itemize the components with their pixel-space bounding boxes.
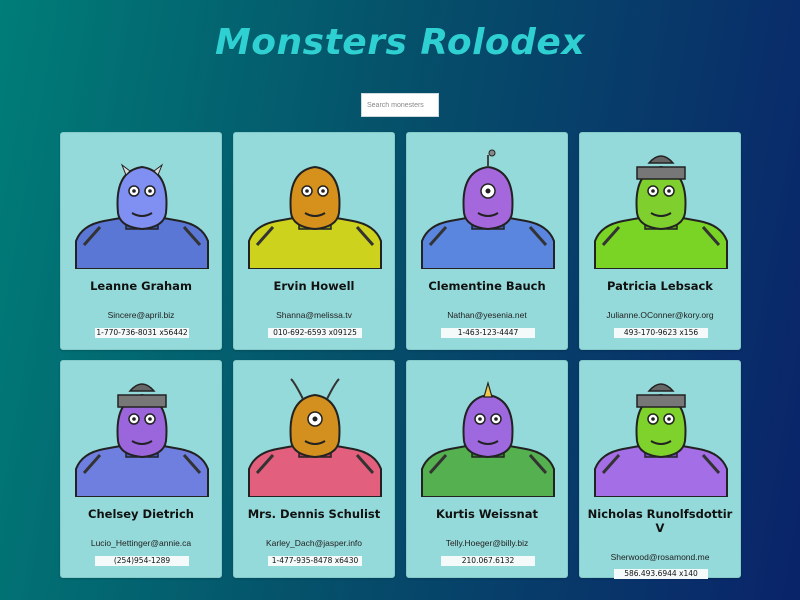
monster-name: Nicholas Runolfsdottir V	[587, 507, 733, 535]
monster-phone: 010-692-6593 x09125	[268, 328, 362, 338]
monster-card[interactable]: Mrs. Dennis Schulist Karley_Dach@jasper.i…	[233, 360, 395, 578]
monster-card-list: Leanne Graham Sincere@april.biz 1-770-736-…	[60, 132, 741, 579]
monster-avatar	[421, 149, 555, 269]
monster-email: Lucio_Hettinger@annie.ca	[90, 538, 192, 548]
monster-phone: (254)954-1289	[95, 556, 189, 566]
monster-name: Mrs. Dennis Schulist	[247, 507, 381, 521]
monster-avatar	[248, 165, 382, 269]
monster-card[interactable]: Chelsey Dietrich Lucio_Hettinger@annie.ca…	[60, 360, 222, 578]
monster-name: Patricia Lebsack	[607, 279, 713, 293]
monster-name: Chelsey Dietrich	[88, 507, 194, 521]
monster-email: Julianne.OConner@kory.org	[606, 310, 714, 320]
monster-avatar	[75, 163, 209, 269]
monster-avatar	[75, 383, 209, 497]
monster-name: Kurtis Weissnat	[435, 507, 538, 521]
monster-name: Leanne Graham	[90, 279, 192, 293]
monster-card[interactable]: Patricia Lebsack Julianne.OConner@kory.or…	[579, 132, 741, 350]
monster-email: Sherwood@rosamond.me	[610, 552, 710, 562]
monster-phone: 1-770-736-8031 x56442	[95, 328, 189, 338]
monster-email: Sincere@april.biz	[107, 310, 175, 320]
monster-email: Karley_Dach@jasper.info	[265, 538, 363, 548]
monster-avatar	[594, 383, 728, 497]
monster-avatar	[594, 155, 728, 269]
monster-phone: 1-463-123-4447	[441, 328, 535, 338]
monster-avatar	[248, 378, 382, 497]
monster-phone: 1-477-935-8478 x6430	[268, 556, 362, 566]
monster-phone: 493-170-9623 x156	[614, 328, 708, 338]
monster-email: Shanna@melissa.tv	[276, 310, 352, 320]
monster-avatar	[421, 380, 555, 497]
monster-phone: 586.493.6944 x140	[614, 569, 708, 579]
monster-email: Telly.Hoeger@billy.biz	[445, 538, 529, 548]
monster-name: Ervin Howell	[273, 279, 355, 293]
search-input[interactable]	[361, 93, 439, 117]
monster-email: Nathan@yesenia.net	[447, 310, 527, 320]
monster-card[interactable]: Clementine Bauch Nathan@yesenia.net 1-463-…	[406, 132, 568, 350]
monster-name: Clementine Bauch	[428, 279, 546, 293]
monster-card[interactable]: Kurtis Weissnat Telly.Hoeger@billy.biz 210…	[406, 360, 568, 578]
page-title: Monsters Rolodex	[214, 22, 586, 63]
monster-card[interactable]: Nicholas Runolfsdottir V Sherwood@rosamon…	[579, 360, 741, 579]
monster-phone: 210.067.6132	[441, 556, 535, 566]
monster-card[interactable]: Ervin Howell Shanna@melissa.tv 010-692-659…	[233, 132, 395, 350]
monster-card[interactable]: Leanne Graham Sincere@april.biz 1-770-736-…	[60, 132, 222, 350]
